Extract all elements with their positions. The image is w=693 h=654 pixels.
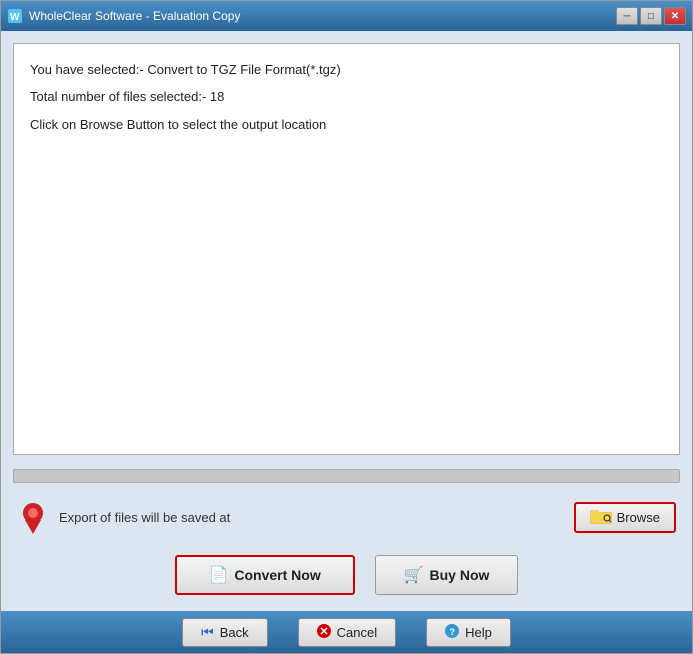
convert-icon: 📄 [208, 565, 228, 585]
back-button[interactable]: ⏮ Back [182, 618, 268, 647]
back-icon: ⏮ [201, 624, 214, 641]
buy-now-button[interactable]: 🛒 Buy Now [375, 555, 519, 595]
window-content: You have selected:- Convert to TGZ File … [1, 31, 692, 611]
main-window: W WholeClear Software - Evaluation Copy … [0, 0, 693, 654]
convert-label: Convert Now [234, 567, 320, 583]
save-location-row: Export of files will be saved at Browse [13, 495, 680, 539]
minimize-button[interactable]: ─ [616, 7, 638, 25]
svg-text:W: W [10, 12, 20, 23]
title-bar-left: W WholeClear Software - Evaluation Copy [7, 8, 240, 24]
info-line-2: Total number of files selected:- 18 [30, 85, 663, 108]
browse-button[interactable]: Browse [574, 502, 676, 533]
info-box: You have selected:- Convert to TGZ File … [13, 43, 680, 455]
window-title: WholeClear Software - Evaluation Copy [29, 9, 240, 23]
close-button[interactable]: ✕ [664, 7, 686, 25]
svg-text:?: ? [450, 627, 456, 637]
progress-bar-track [13, 469, 680, 483]
back-label: Back [220, 625, 249, 640]
buynow-label: Buy Now [430, 567, 490, 583]
help-label: Help [465, 625, 492, 640]
cancel-icon [317, 624, 331, 641]
cart-icon: 🛒 [404, 565, 424, 585]
maximize-button[interactable]: □ [640, 7, 662, 25]
save-location-label: Export of files will be saved at [59, 510, 564, 525]
cancel-label: Cancel [337, 625, 377, 640]
action-row: 📄 Convert Now 🛒 Buy Now [13, 549, 680, 599]
title-bar: W WholeClear Software - Evaluation Copy … [1, 1, 692, 31]
info-line-1: You have selected:- Convert to TGZ File … [30, 58, 663, 81]
help-icon: ? [445, 624, 459, 641]
info-line-3: Click on Browse Button to select the out… [30, 113, 663, 136]
location-icon [17, 501, 49, 533]
convert-now-button[interactable]: 📄 Convert Now [175, 555, 355, 595]
progress-area [13, 465, 680, 485]
browse-label: Browse [617, 510, 660, 525]
folder-icon [590, 508, 612, 527]
cancel-button[interactable]: Cancel [298, 618, 396, 647]
bottom-bar: ⏮ Back Cancel ? Help [1, 611, 692, 653]
app-icon: W [7, 8, 23, 24]
help-button[interactable]: ? Help [426, 618, 511, 647]
title-bar-buttons: ─ □ ✕ [616, 7, 686, 25]
